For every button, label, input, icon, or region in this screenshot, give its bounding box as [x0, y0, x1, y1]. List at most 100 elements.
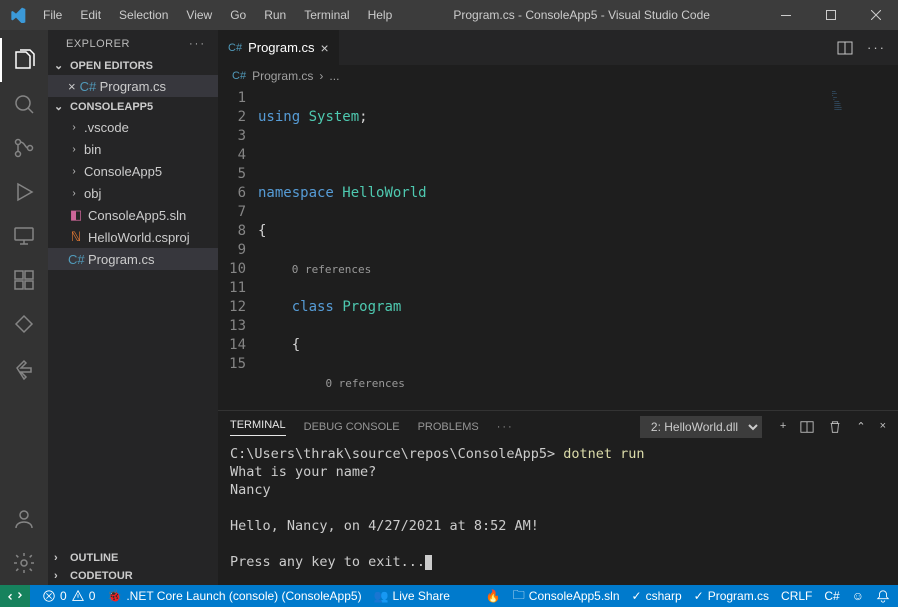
tree-file[interactable]: ℕHelloWorld.csproj: [48, 226, 218, 248]
csharp-file-icon: C#: [232, 70, 246, 82]
codelens[interactable]: 0 references: [325, 377, 404, 390]
live-share-icon[interactable]: [0, 346, 48, 390]
more-icon[interactable]: ···: [867, 40, 886, 56]
explorer-sidebar: EXPLORER ··· ⌄ OPEN EDITORS × C# Program…: [48, 30, 218, 585]
csproj-file-icon: ℕ: [68, 229, 84, 245]
menu-selection[interactable]: Selection: [111, 4, 176, 26]
more-icon[interactable]: ···: [497, 421, 514, 433]
chevron-right-icon: ›: [54, 570, 66, 582]
status-problems[interactable]: 0 0: [42, 589, 95, 603]
sln-file-icon: ◧: [68, 207, 84, 223]
open-editor-item[interactable]: × C# Program.cs: [48, 75, 218, 97]
new-terminal-icon[interactable]: +: [780, 420, 786, 434]
extensions-icon[interactable]: [0, 258, 48, 302]
close-button[interactable]: [853, 0, 898, 30]
menu-help[interactable]: Help: [360, 4, 401, 26]
panel: TERMINAL DEBUG CONSOLE PROBLEMS ··· 2: H…: [218, 410, 898, 585]
source-control-icon[interactable]: [0, 126, 48, 170]
tab-terminal[interactable]: TERMINAL: [230, 419, 286, 436]
chevron-right-icon: ›: [319, 69, 323, 83]
codetour-header[interactable]: ›CODETOUR: [48, 567, 218, 585]
run-debug-icon[interactable]: [0, 170, 48, 214]
menu-run[interactable]: Run: [256, 4, 294, 26]
search-icon[interactable]: [0, 82, 48, 126]
split-editor-icon[interactable]: [837, 40, 853, 56]
trash-icon[interactable]: [828, 420, 842, 434]
file-tree: ›.vscode ›bin ›ConsoleApp5 ›obj ◧Console…: [48, 116, 218, 549]
menu-view[interactable]: View: [178, 4, 220, 26]
status-feedback-icon[interactable]: ☺: [852, 589, 864, 603]
code-editor[interactable]: 123456789101112131415 using System; name…: [218, 87, 898, 410]
chevron-down-icon: ⌄: [54, 59, 66, 72]
status-launch[interactable]: 🐞 .NET Core Launch (console) (ConsoleApp…: [107, 589, 361, 603]
status-solution[interactable]: 🗀ConsoleApp5.sln: [513, 586, 620, 607]
menu-edit[interactable]: Edit: [72, 4, 109, 26]
code-content[interactable]: using System; namespace HelloWorld { 0 r…: [258, 87, 898, 410]
status-csharp[interactable]: ✓csharp: [632, 589, 682, 603]
explorer-icon[interactable]: [0, 38, 48, 82]
editor-tab[interactable]: C# Program.cs ×: [218, 30, 340, 65]
more-icon[interactable]: ···: [189, 38, 206, 50]
window-title: Program.cs - ConsoleApp5 - Visual Studio…: [400, 8, 763, 22]
chevron-up-icon[interactable]: ⌃: [856, 420, 865, 434]
tree-folder[interactable]: ›.vscode: [48, 116, 218, 138]
breadcrumb[interactable]: C# Program.cs › ...: [218, 65, 898, 87]
editor-tabs: C# Program.cs × ···: [218, 30, 898, 65]
tree-folder[interactable]: ›ConsoleApp5: [48, 160, 218, 182]
csharp-file-icon: C#: [68, 252, 84, 267]
line-numbers: 123456789101112131415: [218, 87, 258, 410]
close-icon[interactable]: ×: [880, 420, 886, 434]
workspace-header[interactable]: ⌄ CONSOLEAPP5: [48, 97, 218, 116]
explorer-title: EXPLORER: [66, 38, 130, 50]
azure-icon[interactable]: [0, 302, 48, 346]
status-language[interactable]: C#: [824, 589, 839, 603]
status-bell-icon[interactable]: [876, 589, 890, 603]
maximize-button[interactable]: [808, 0, 853, 30]
flame-icon: 🔥: [486, 589, 501, 603]
codelens[interactable]: 0 references: [292, 263, 371, 276]
chevron-right-icon: ›: [68, 144, 80, 155]
menu-terminal[interactable]: Terminal: [296, 4, 357, 26]
status-flame[interactable]: 🔥: [486, 589, 501, 603]
menu-file[interactable]: File: [35, 4, 70, 26]
outline-header[interactable]: ›OUTLINE: [48, 549, 218, 567]
tree-folder[interactable]: ›bin: [48, 138, 218, 160]
status-bar: 0 0 🐞 .NET Core Launch (console) (Consol…: [0, 585, 898, 607]
live-share-icon: 👥: [374, 589, 389, 603]
terminal-cursor: [425, 555, 432, 570]
check-icon: ✓: [632, 589, 642, 603]
close-icon[interactable]: ×: [321, 40, 329, 56]
settings-gear-icon[interactable]: [0, 541, 48, 585]
tree-file[interactable]: C#Program.cs: [48, 248, 218, 270]
remote-explorer-icon[interactable]: [0, 214, 48, 258]
status-eol[interactable]: CRLF: [781, 589, 812, 603]
minimap[interactable]: ▬▬▬▬▬▬▬▬ ▬▬▬ ▬ ▬▬▬▬ ▬▬▬▬▬ ▬▬▬▬▬ ▬▬▬▬▬▬ ▬…: [828, 87, 898, 410]
status-file[interactable]: ✓Program.cs: [694, 589, 769, 603]
open-editors-header[interactable]: ⌄ OPEN EDITORS: [48, 56, 218, 75]
tree-file[interactable]: ◧ConsoleApp5.sln: [48, 204, 218, 226]
vscode-icon: [0, 7, 35, 23]
check-icon: ✓: [694, 589, 704, 603]
close-icon[interactable]: ×: [68, 79, 76, 94]
chevron-right-icon: ›: [68, 188, 80, 199]
activity-bar: [0, 30, 48, 585]
tab-debug-console[interactable]: DEBUG CONSOLE: [304, 421, 400, 433]
open-editor-label: Program.cs: [100, 79, 166, 94]
chevron-right-icon: ›: [54, 552, 66, 564]
split-terminal-icon[interactable]: [800, 420, 814, 434]
terminal-output[interactable]: C:\Users\thrak\source\repos\ConsoleApp5>…: [218, 443, 898, 585]
terminal-selector[interactable]: 2: HelloWorld.dll: [640, 416, 762, 438]
chevron-right-icon: ›: [68, 166, 80, 177]
remote-button[interactable]: [0, 585, 30, 607]
minimize-button[interactable]: [763, 0, 808, 30]
tab-problems[interactable]: PROBLEMS: [418, 421, 479, 433]
status-liveshare[interactable]: 👥 Live Share: [374, 589, 450, 603]
tree-folder[interactable]: ›obj: [48, 182, 218, 204]
chevron-right-icon: ›: [68, 122, 80, 133]
account-icon[interactable]: [0, 497, 48, 541]
chevron-down-icon: ⌄: [54, 100, 66, 113]
csharp-file-icon: C#: [228, 42, 242, 54]
tab-label: Program.cs: [248, 40, 314, 55]
menu-go[interactable]: Go: [222, 4, 254, 26]
csharp-file-icon: C#: [80, 79, 96, 94]
